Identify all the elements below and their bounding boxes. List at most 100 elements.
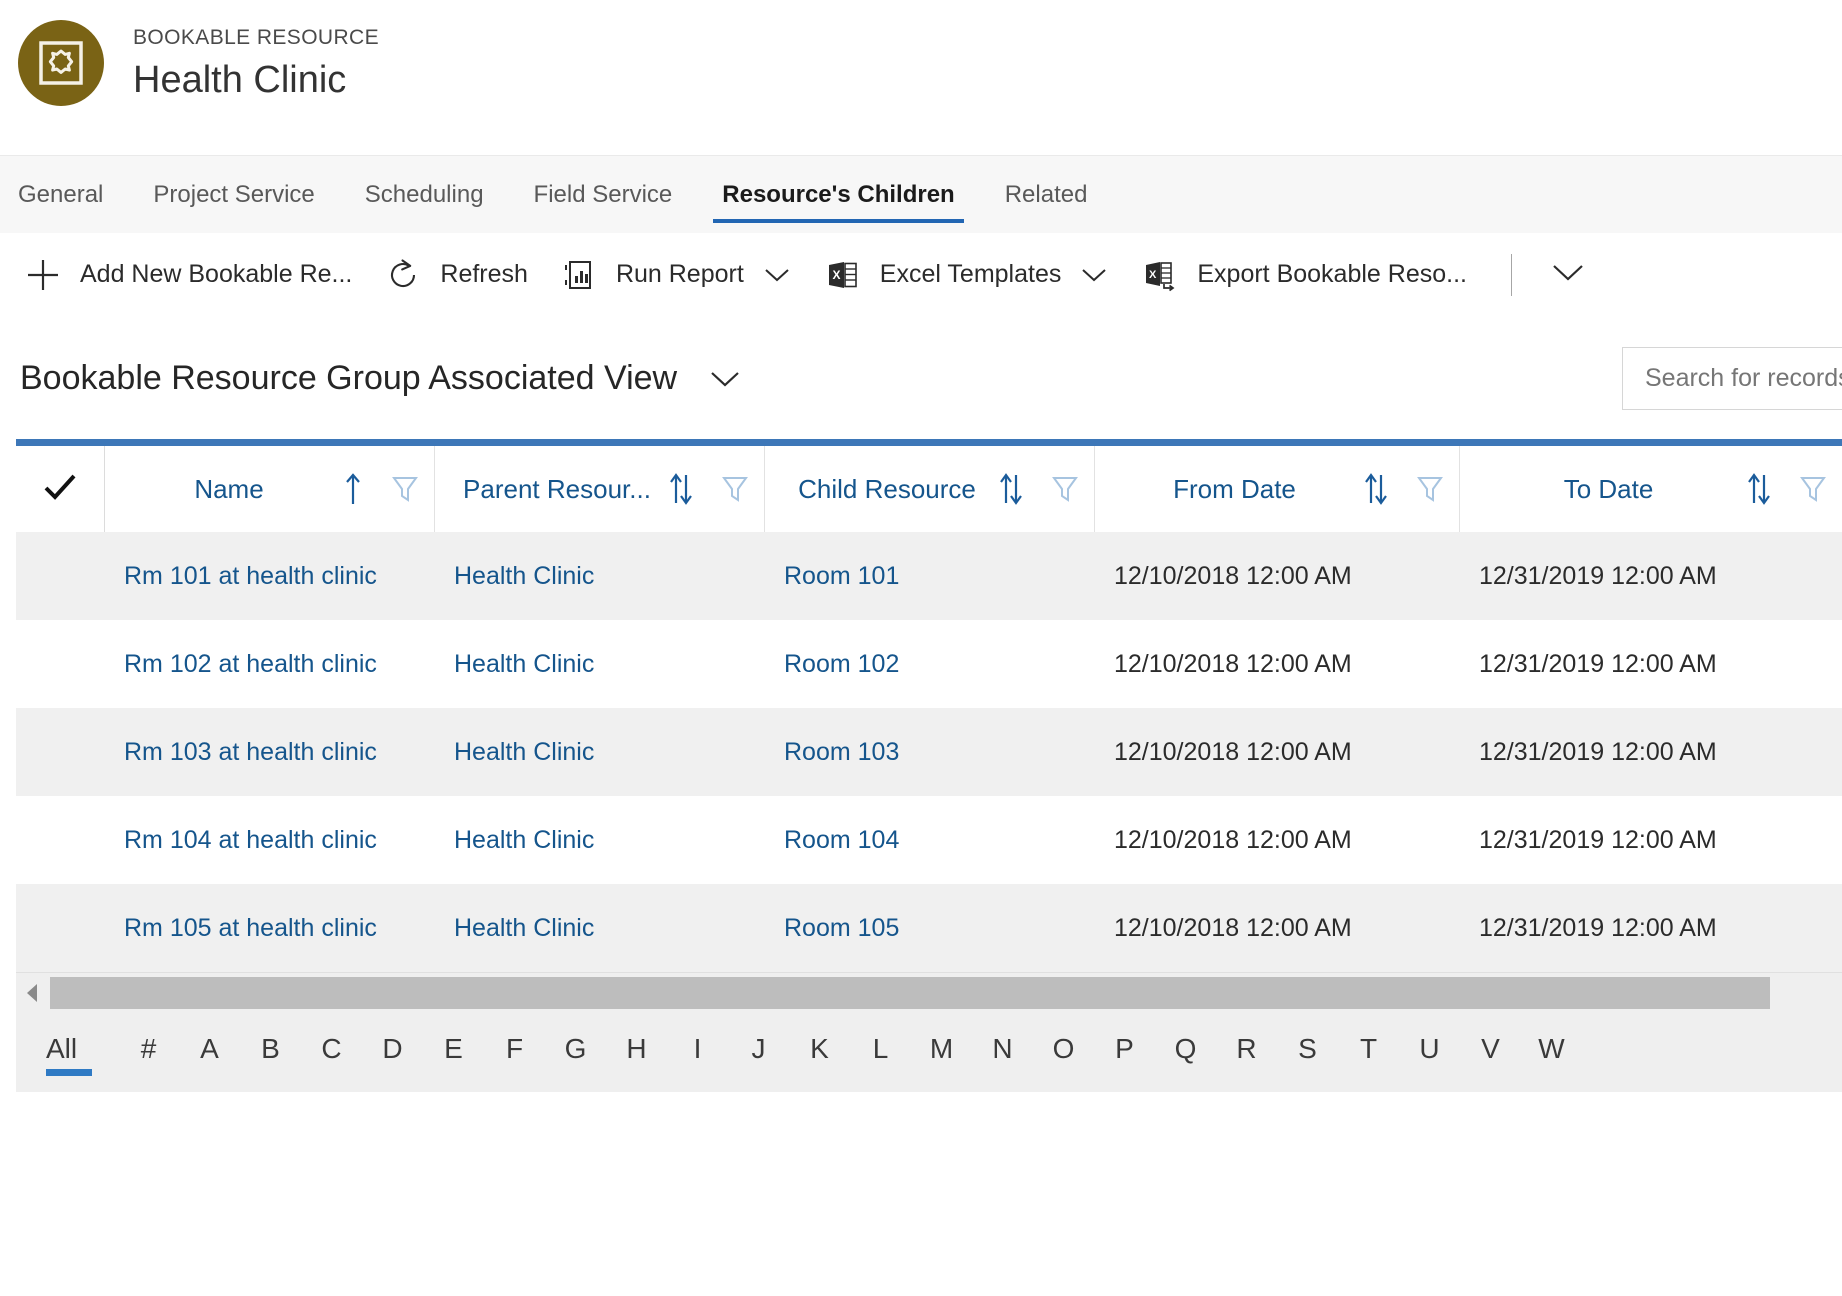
alpha-index-all[interactable]: All [46, 1032, 104, 1076]
record-link[interactable]: Rm 104 at health clinic [124, 826, 434, 855]
cell-parent-resource[interactable]: Health Clinic [434, 884, 764, 972]
cell-name[interactable]: Rm 101 at health clinic [104, 532, 434, 620]
table-row[interactable]: Rm 101 at health clinic Health Clinic Ro… [16, 532, 1842, 620]
alpha-index-c[interactable]: C [301, 1032, 362, 1072]
column-header-from-date[interactable]: From Date [1094, 446, 1460, 532]
export-bookable-resources-button[interactable]: X Export Bookable Reso... [1139, 233, 1485, 316]
row-select-cell[interactable] [16, 884, 104, 972]
sort-updown-icon[interactable] [666, 469, 696, 509]
cell-parent-resource[interactable]: Health Clinic [434, 796, 764, 884]
triangle-left-icon[interactable] [16, 973, 50, 1013]
alpha-index-e[interactable]: E [423, 1032, 484, 1072]
alpha-index-t[interactable]: T [1338, 1032, 1399, 1072]
record-link[interactable]: Room 105 [784, 914, 1094, 943]
row-select-cell[interactable] [16, 620, 104, 708]
alpha-index-u[interactable]: U [1399, 1032, 1460, 1072]
alpha-index-v[interactable]: V [1460, 1032, 1521, 1072]
tab-scheduling[interactable]: Scheduling [340, 156, 509, 233]
cell-name[interactable]: Rm 105 at health clinic [104, 884, 434, 972]
alpha-index-g[interactable]: G [545, 1032, 606, 1072]
alpha-index-d[interactable]: D [362, 1032, 423, 1072]
alpha-index-a[interactable]: A [179, 1032, 240, 1072]
cell-child-resource[interactable]: Room 102 [764, 620, 1094, 708]
record-link[interactable]: Room 101 [784, 562, 1094, 591]
record-link[interactable]: Rm 105 at health clinic [124, 914, 434, 943]
run-report-button[interactable]: Run Report [558, 233, 810, 316]
cell-child-resource[interactable]: Room 103 [764, 708, 1094, 796]
record-link[interactable]: Health Clinic [454, 562, 764, 591]
row-select-cell[interactable] [16, 708, 104, 796]
alpha-index-j[interactable]: J [728, 1032, 789, 1072]
cell-child-resource[interactable]: Room 105 [764, 884, 1094, 972]
select-all-header[interactable] [16, 446, 105, 532]
alpha-index-w[interactable]: W [1521, 1032, 1582, 1072]
table-row[interactable]: Rm 102 at health clinic Health Clinic Ro… [16, 620, 1842, 708]
sort-ascending-icon[interactable] [340, 469, 366, 509]
alpha-index-l[interactable]: L [850, 1032, 911, 1072]
tab-general[interactable]: General [18, 156, 128, 233]
column-header-child-resource[interactable]: Child Resource [764, 446, 1095, 532]
scrollbar-thumb[interactable] [50, 976, 1771, 1009]
add-new-bookable-resource-button[interactable]: Add New Bookable Re... [22, 233, 370, 316]
command-bar-overflow-button[interactable] [1534, 260, 1602, 289]
sort-updown-icon[interactable] [1744, 469, 1774, 509]
sort-updown-icon[interactable] [1361, 469, 1391, 509]
scrollbar-track[interactable] [50, 976, 1842, 1009]
record-link[interactable]: Health Clinic [454, 738, 764, 767]
table-row[interactable]: Rm 105 at health clinic Health Clinic Ro… [16, 884, 1842, 972]
alpha-index-s[interactable]: S [1277, 1032, 1338, 1072]
cell-child-resource[interactable]: Room 101 [764, 532, 1094, 620]
alpha-index-i[interactable]: I [667, 1032, 728, 1072]
excel-templates-button[interactable]: X Excel Templates [822, 233, 1128, 316]
alpha-index-f[interactable]: F [484, 1032, 545, 1072]
record-link[interactable]: Room 103 [784, 738, 1094, 767]
search-input[interactable] [1645, 363, 1842, 393]
filter-icon[interactable] [720, 473, 750, 505]
refresh-button[interactable]: Refresh [382, 233, 546, 316]
tab-project-service[interactable]: Project Service [128, 156, 339, 233]
alpha-index-p[interactable]: P [1094, 1032, 1155, 1072]
search-box[interactable] [1622, 346, 1842, 410]
alpha-index-q[interactable]: Q [1155, 1032, 1216, 1072]
row-select-cell[interactable] [16, 796, 104, 884]
record-link[interactable]: Room 104 [784, 826, 1094, 855]
alpha-index-m[interactable]: M [911, 1032, 972, 1072]
alpha-index-b[interactable]: B [240, 1032, 301, 1072]
column-header-to-date[interactable]: To Date [1459, 446, 1842, 532]
cell-name[interactable]: Rm 102 at health clinic [104, 620, 434, 708]
record-link[interactable]: Room 102 [784, 650, 1094, 679]
cell-parent-resource[interactable]: Health Clinic [434, 620, 764, 708]
tab-field-service[interactable]: Field Service [509, 156, 698, 233]
alpha-index-o[interactable]: O [1033, 1032, 1094, 1072]
grid-horizontal-scrollbar[interactable] [16, 972, 1842, 1012]
tab-resources-children[interactable]: Resource's Children [697, 156, 979, 233]
view-selector-chevron-down-icon[interactable] [707, 367, 743, 389]
table-row[interactable]: Rm 103 at health clinic Health Clinic Ro… [16, 708, 1842, 796]
alpha-index-hash[interactable]: # [118, 1032, 179, 1072]
filter-icon[interactable] [1798, 473, 1828, 505]
record-link[interactable]: Rm 103 at health clinic [124, 738, 434, 767]
record-link[interactable]: Rm 102 at health clinic [124, 650, 434, 679]
column-header-name[interactable]: Name [104, 446, 435, 532]
alpha-index-n[interactable]: N [972, 1032, 1033, 1072]
chevron-down-icon[interactable] [762, 265, 792, 285]
tab-related[interactable]: Related [980, 156, 1113, 233]
table-row[interactable]: Rm 104 at health clinic Health Clinic Ro… [16, 796, 1842, 884]
record-link[interactable]: Health Clinic [454, 650, 764, 679]
alpha-index-r[interactable]: R [1216, 1032, 1277, 1072]
cell-child-resource[interactable]: Room 104 [764, 796, 1094, 884]
chevron-down-icon[interactable] [1079, 265, 1109, 285]
filter-icon[interactable] [1050, 473, 1080, 505]
cell-parent-resource[interactable]: Health Clinic [434, 708, 764, 796]
record-link[interactable]: Rm 101 at health clinic [124, 562, 434, 591]
alpha-index-h[interactable]: H [606, 1032, 667, 1072]
cell-name[interactable]: Rm 103 at health clinic [104, 708, 434, 796]
view-selector-title[interactable]: Bookable Resource Group Associated View [20, 359, 677, 398]
alpha-index-k[interactable]: K [789, 1032, 850, 1072]
record-link[interactable]: Health Clinic [454, 914, 764, 943]
cell-parent-resource[interactable]: Health Clinic [434, 532, 764, 620]
column-header-parent-resource[interactable]: Parent Resour... [434, 446, 765, 532]
filter-icon[interactable] [1415, 473, 1445, 505]
cell-name[interactable]: Rm 104 at health clinic [104, 796, 434, 884]
row-select-cell[interactable] [16, 532, 104, 620]
